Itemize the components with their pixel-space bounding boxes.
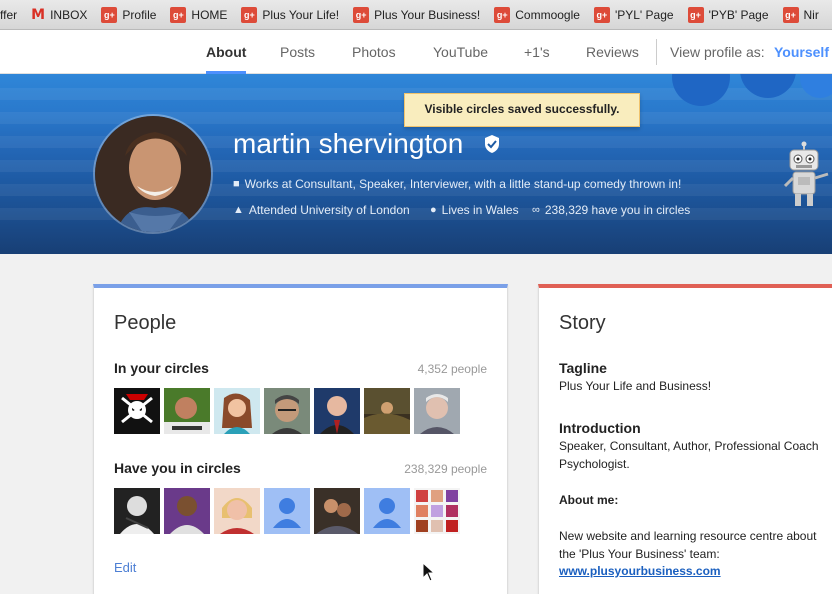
profile-location-text: Lives in Wales bbox=[441, 203, 519, 217]
bookmark-label: Plus Your Life! bbox=[262, 7, 340, 22]
bookmark-pyb-page[interactable]: g+ 'PYB' Page bbox=[687, 6, 769, 23]
gplus-icon: g+ bbox=[687, 6, 704, 23]
success-toast: Visible circles saved successfully. bbox=[404, 93, 640, 127]
profile-nav: About Posts Photos YouTube +1's Reviews … bbox=[0, 30, 832, 74]
default-avatar-icon[interactable] bbox=[364, 488, 410, 534]
nav-divider bbox=[656, 39, 657, 65]
person-avatar[interactable] bbox=[414, 388, 460, 434]
story-title: Story bbox=[559, 312, 606, 334]
map-pin-icon: ● bbox=[430, 204, 437, 216]
have-you-label: Have you in circles bbox=[114, 460, 241, 476]
default-avatar-icon[interactable] bbox=[264, 488, 310, 534]
profile-education-text: Attended University of London bbox=[248, 203, 410, 217]
bookmark-pyl-page[interactable]: g+ 'PYL' Page bbox=[593, 6, 674, 23]
gplus-icon: g+ bbox=[101, 6, 118, 23]
person-avatar[interactable] bbox=[114, 488, 160, 534]
person-avatar[interactable] bbox=[414, 488, 460, 534]
about-me-line-2: the 'Plus Your Business' team: bbox=[559, 547, 720, 561]
people-title: People bbox=[114, 312, 177, 334]
bookmark-label: Plus Your Business! bbox=[374, 7, 481, 22]
tab-plus-ones[interactable]: +1's bbox=[524, 30, 550, 74]
bookmark-plus-your-business[interactable]: g+ Plus Your Business! bbox=[353, 6, 481, 23]
about-me-line-1: New website and learning resource centre… bbox=[559, 529, 817, 543]
profile-work: ■ Works at Consultant, Speaker, Intervie… bbox=[233, 177, 681, 191]
profile-work-text: Works at Consultant, Speaker, Interviewe… bbox=[244, 177, 682, 191]
bookmark-nir[interactable]: g+ Nir bbox=[782, 6, 819, 23]
in-circles-count: 4,352 people bbox=[417, 362, 487, 376]
verified-icon bbox=[485, 135, 499, 153]
bookmark-label: Profile bbox=[122, 7, 157, 22]
tagline-label: Tagline bbox=[559, 360, 607, 376]
in-circles-avatars bbox=[114, 388, 464, 434]
person-avatar[interactable] bbox=[314, 388, 360, 434]
bookmark-label: Nir bbox=[803, 7, 819, 22]
profile-avatar[interactable] bbox=[93, 114, 213, 234]
person-avatar[interactable] bbox=[364, 388, 410, 434]
gplus-icon: g+ bbox=[241, 6, 258, 23]
people-card: People In your circles 4,352 people Have… bbox=[93, 284, 508, 594]
bookmark-commoogle[interactable]: g+ Commoogle bbox=[494, 6, 580, 23]
have-you-count: 238,329 people bbox=[404, 462, 487, 476]
person-avatar[interactable] bbox=[114, 388, 160, 434]
gmail-icon: M bbox=[31, 6, 46, 23]
gplus-icon: g+ bbox=[782, 6, 799, 23]
introduction-line-2: Psychologist. bbox=[559, 457, 630, 471]
website-link[interactable]: www.plusyourbusiness.com bbox=[559, 564, 721, 578]
bookmark-plus-your-life[interactable]: g+ Plus Your Life! bbox=[241, 6, 340, 23]
bookmark-profile[interactable]: g+ Profile bbox=[101, 6, 157, 23]
profile-circles-text: 238,329 have you in circles bbox=[544, 203, 691, 217]
gplus-icon: g+ bbox=[353, 6, 370, 23]
gplus-icon: g+ bbox=[494, 6, 511, 23]
avatar-photo bbox=[95, 116, 211, 232]
bookmark-label: 'PYL' Page bbox=[614, 7, 674, 22]
about-me-label: About me: bbox=[559, 493, 619, 507]
cover-photo: Visible circles saved successfully. mart… bbox=[0, 74, 832, 254]
robot-mascot-icon[interactable] bbox=[784, 140, 832, 210]
bookmark-label: ffer bbox=[0, 7, 18, 22]
introduction-line-1: Speaker, Consultant, Author, Professiona… bbox=[559, 439, 819, 453]
have-you-avatars bbox=[114, 488, 464, 534]
gplus-icon: g+ bbox=[593, 6, 610, 23]
bookmarks-bar: ffer M INBOX g+ Profile g+ HOME g+ Plus Your… bbox=[0, 0, 832, 30]
view-as-selector[interactable]: Yourself bbox=[774, 30, 829, 74]
profile-education: ▲ Attended University of London bbox=[233, 203, 410, 217]
bookmark-item[interactable]: ffer bbox=[0, 8, 17, 22]
person-avatar[interactable] bbox=[264, 388, 310, 434]
person-avatar[interactable] bbox=[164, 488, 210, 534]
bookmark-label: HOME bbox=[191, 7, 228, 22]
person-avatar[interactable] bbox=[214, 388, 260, 434]
link-icon: ∞ bbox=[532, 204, 540, 216]
profile-location: ● Lives in Wales bbox=[430, 203, 519, 217]
edit-link[interactable]: Edit bbox=[114, 560, 136, 575]
tab-photos[interactable]: Photos bbox=[352, 30, 396, 74]
profile-circles: ∞ 238,329 have you in circles bbox=[532, 203, 690, 217]
introduction-label: Introduction bbox=[559, 420, 641, 436]
tab-reviews[interactable]: Reviews bbox=[586, 30, 639, 74]
tab-about[interactable]: About bbox=[206, 30, 247, 74]
profile-name: martin shervington bbox=[233, 128, 464, 159]
person-avatar[interactable] bbox=[314, 488, 360, 534]
story-card: Story Tagline Plus Your Life and Busines… bbox=[538, 284, 832, 594]
cover-circle bbox=[672, 74, 730, 106]
bookmark-label: INBOX bbox=[50, 7, 88, 22]
bookmark-inbox[interactable]: M INBOX bbox=[31, 7, 87, 23]
person-avatar[interactable] bbox=[164, 388, 210, 434]
person-avatar[interactable] bbox=[214, 488, 260, 534]
bookmark-label: 'PYB' Page bbox=[708, 7, 769, 22]
briefcase-icon: ■ bbox=[233, 178, 240, 190]
bookmark-home[interactable]: g+ HOME bbox=[170, 6, 228, 23]
bookmark-label: Commoogle bbox=[515, 7, 580, 22]
graduation-cap-icon: ▲ bbox=[233, 204, 244, 216]
in-circles-label: In your circles bbox=[114, 360, 209, 376]
tab-youtube[interactable]: YouTube bbox=[433, 30, 488, 74]
mouse-cursor-icon bbox=[422, 562, 436, 582]
gplus-icon: g+ bbox=[170, 6, 187, 23]
tagline-text: Plus Your Life and Business! bbox=[559, 379, 712, 393]
view-as-label: View profile as: bbox=[670, 44, 765, 60]
tab-posts[interactable]: Posts bbox=[280, 30, 315, 74]
